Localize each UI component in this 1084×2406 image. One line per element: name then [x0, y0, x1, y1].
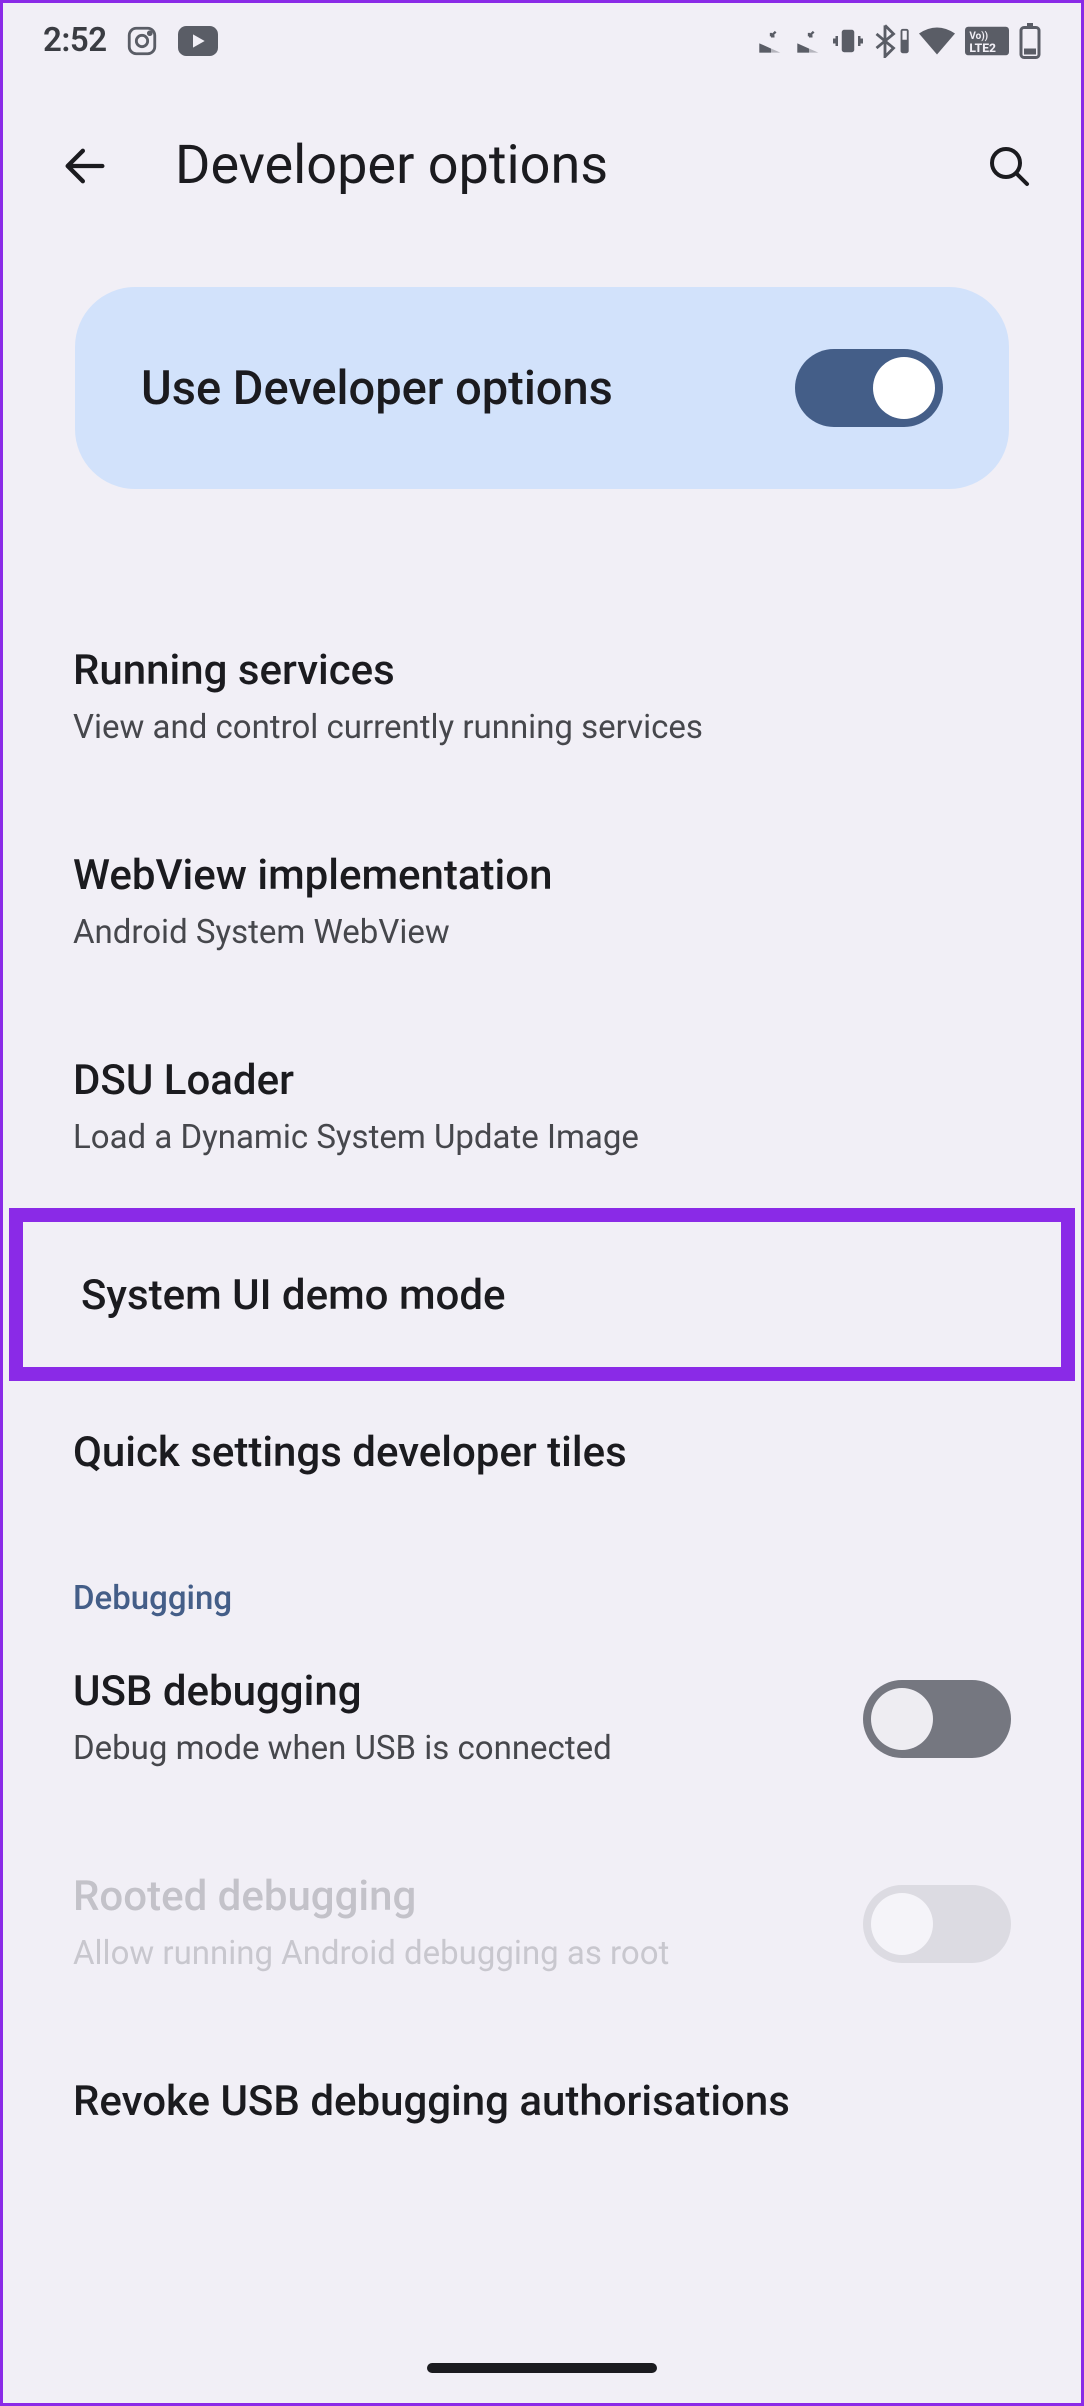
item-running-services[interactable]: Running services View and control curren… — [3, 609, 1081, 788]
home-indicator[interactable] — [427, 2363, 657, 2373]
item-title: WebView implementation — [73, 850, 1011, 903]
item-title: Revoke USB debugging authorisations — [73, 2076, 1011, 2129]
item-subtitle: Debug mode when USB is connected — [73, 1727, 839, 1772]
item-subtitle: Android System WebView — [73, 911, 1011, 956]
status-right: Vo))LTE2 — [757, 23, 1041, 59]
item-revoke-usb-auth[interactable]: Revoke USB debugging authorisations — [3, 2040, 1081, 2167]
back-button[interactable] — [55, 136, 115, 196]
switch-knob — [871, 1688, 933, 1750]
rooted-debugging-switch — [863, 1885, 1011, 1963]
item-dsu-loader[interactable]: DSU Loader Load a Dynamic System Update … — [3, 1019, 1081, 1198]
item-subtitle: Load a Dynamic System Update Image — [73, 1116, 1011, 1161]
item-system-ui-demo-mode[interactable]: System UI demo mode — [9, 1208, 1075, 1381]
master-toggle-switch[interactable] — [795, 349, 943, 427]
item-webview-implementation[interactable]: WebView implementation Android System We… — [3, 814, 1081, 993]
item-quick-settings-tiles[interactable]: Quick settings developer tiles — [3, 1391, 1081, 1518]
status-bar: 2:52 Vo))LTE2 — [3, 3, 1081, 74]
bluetooth-icon — [873, 24, 909, 58]
call-icon-2 — [795, 27, 823, 55]
item-rooted-debugging: Rooted debugging Allow running Android d… — [3, 1835, 1081, 2014]
vibrate-icon — [833, 26, 863, 56]
instagram-icon — [125, 24, 159, 58]
master-toggle-card[interactable]: Use Developer options — [75, 287, 1009, 489]
status-left: 2:52 — [43, 21, 219, 60]
switch-knob — [871, 1893, 933, 1955]
item-title: Running services — [73, 645, 1011, 698]
arrow-left-icon — [59, 140, 111, 192]
youtube-icon — [177, 26, 219, 56]
wifi-icon — [919, 27, 955, 55]
battery-icon — [1019, 23, 1041, 59]
usb-debugging-switch[interactable] — [863, 1680, 1011, 1758]
search-button[interactable] — [979, 136, 1039, 196]
status-time: 2:52 — [43, 21, 107, 60]
settings-list: Running services View and control curren… — [3, 609, 1081, 2167]
switch-knob — [873, 357, 935, 419]
svg-text:LTE2: LTE2 — [969, 41, 996, 55]
page-title: Developer options — [175, 134, 919, 197]
item-subtitle: Allow running Android debugging as root — [73, 1932, 839, 1977]
call-icon — [757, 27, 785, 55]
item-title: USB debugging — [73, 1666, 839, 1719]
item-title: System UI demo mode — [81, 1270, 1003, 1323]
search-icon — [985, 142, 1033, 190]
section-header-debugging: Debugging — [3, 1517, 1081, 1630]
item-usb-debugging[interactable]: USB debugging Debug mode when USB is con… — [3, 1630, 1081, 1809]
item-title: Quick settings developer tiles — [73, 1427, 1011, 1480]
item-title: Rooted debugging — [73, 1871, 839, 1924]
item-subtitle: View and control currently running servi… — [73, 706, 1011, 751]
master-toggle-label: Use Developer options — [141, 361, 613, 416]
volte-icon: Vo))LTE2 — [965, 26, 1009, 56]
item-title: DSU Loader — [73, 1055, 1011, 1108]
app-bar: Developer options — [3, 74, 1081, 227]
